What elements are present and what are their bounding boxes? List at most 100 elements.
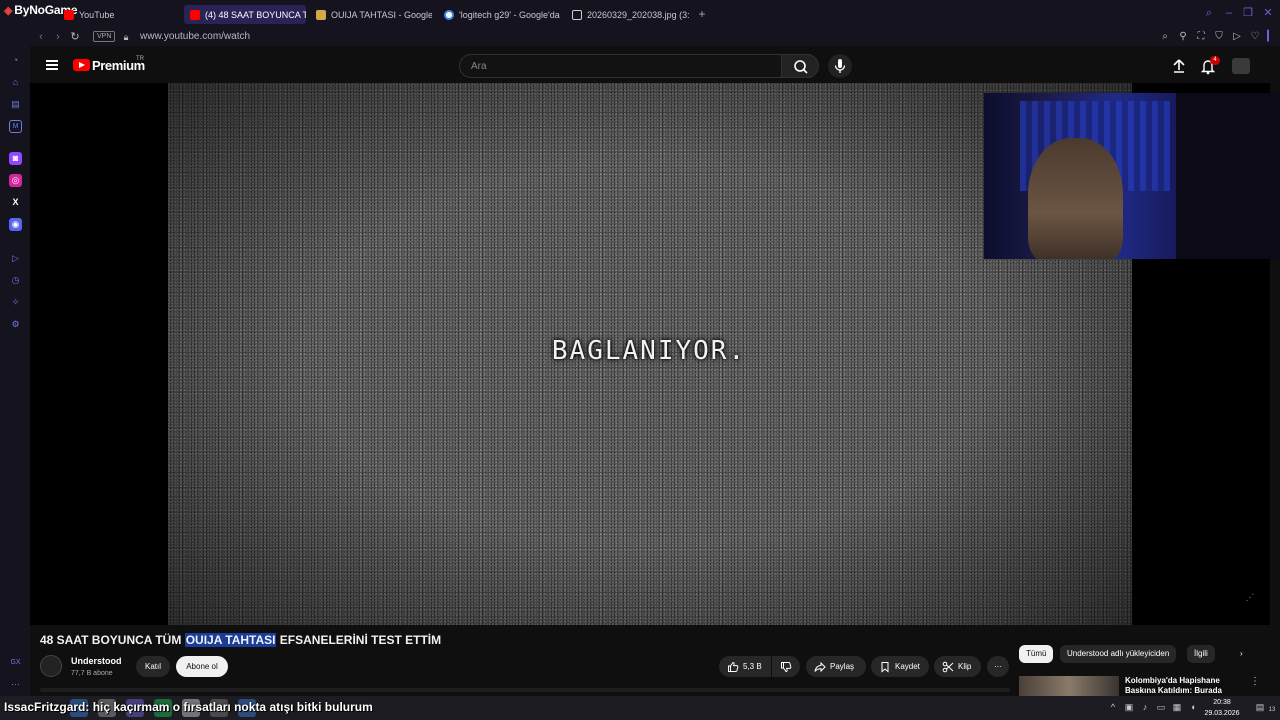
save-button[interactable]: Kaydet [871, 656, 929, 677]
tab-image-file[interactable]: 20260329_202038.jpg (3: [566, 5, 690, 24]
gx-corner-icon[interactable]: ⌂ [9, 76, 22, 89]
voice-search-button[interactable] [828, 54, 852, 78]
country-code: TR [136, 56, 144, 62]
player-icon[interactable]: ▷ [9, 252, 22, 265]
shield-icon[interactable]: ⛉ [1212, 30, 1226, 44]
reload-icon[interactable]: ↻ [68, 30, 82, 44]
tray-app-icon[interactable]: ▣ [1123, 701, 1135, 713]
back-icon[interactable]: ‹ [34, 30, 48, 44]
twitch-icon[interactable]: ◙ [9, 152, 22, 165]
chip-related[interactable]: İlgili [1187, 645, 1215, 663]
title-part: 48 SAAT BOYUNCA TÜM [40, 633, 185, 647]
gx-tracker-icon[interactable]: ▤ [9, 98, 22, 111]
tab-label: YouTube [79, 9, 115, 20]
webcam-person [1028, 138, 1123, 259]
browser-sidebar: ◔ ⌂ ▤ M ◙ ◎ X ◉ ▷ ◷ ✧ ⚙ GX ··· [0, 46, 30, 696]
tab-youtube[interactable]: YouTube [58, 5, 178, 24]
snapshot-icon[interactable]: ⛶ [1194, 30, 1208, 44]
recommendation-thumbnail[interactable] [1019, 676, 1119, 696]
tab-label: 20260329_202038.jpg (3: [587, 9, 690, 20]
stream-chat-overlay: IssacFritzgard: hiç kaçırmam o fırsatlar… [4, 700, 373, 714]
description-box-edge [40, 688, 1010, 692]
chips-next-chevron-icon[interactable]: › [1236, 645, 1247, 663]
discord-icon[interactable]: ◉ [9, 218, 22, 231]
gx-control-icon[interactable]: ◔ [9, 54, 22, 67]
tab-label: OUIJA TAHTASI - Google [331, 9, 432, 20]
brand-logo-icon: ◈ [4, 4, 13, 17]
video-overlay-text: BAGLANIYOR. [551, 336, 747, 366]
gx-m-icon[interactable]: M [9, 120, 22, 133]
recommendation-menu-icon[interactable]: ⋮ [1250, 676, 1260, 687]
close-icon[interactable]: ✕ [1262, 7, 1274, 19]
subscribe-button[interactable]: Abone ol [176, 656, 228, 677]
instagram-icon[interactable]: ◎ [9, 174, 22, 187]
sidebar-toggle-icon[interactable]: ▎ [1264, 30, 1278, 44]
tab-label: 'logitech g29' - Google'da [459, 9, 560, 20]
tray-network-icon[interactable]: ▦ [1171, 701, 1183, 713]
tray-volume-icon[interactable]: ◖ [1187, 701, 1199, 713]
join-button[interactable]: Katıl [136, 656, 170, 677]
bookmark-icon [881, 661, 889, 673]
search-icon [794, 60, 808, 74]
webcam-overlay [984, 93, 1280, 259]
heart-icon[interactable]: ♡ [1248, 30, 1262, 44]
search-button[interactable] [781, 54, 819, 78]
x-twitter-icon[interactable]: X [9, 196, 22, 209]
more-icon[interactable]: ··· [9, 678, 22, 691]
history-icon[interactable]: ◷ [9, 274, 22, 287]
tray-mic-icon[interactable]: ♪ [1139, 701, 1151, 713]
clip-button[interactable]: Klip [934, 656, 981, 677]
google-favicon-icon [444, 9, 454, 20]
clock-time: 20:38 [1213, 699, 1231, 706]
video-title: 48 SAAT BOYUNCA TÜM OUIJA TAHTASI EFSANE… [40, 633, 441, 647]
recommendation-title[interactable]: Kolombiya'da Hapishane Baskına Katıldım:… [1125, 676, 1235, 696]
pin-icon[interactable]: ⚲ [1176, 30, 1190, 44]
thumbs-up-icon [728, 661, 739, 672]
microphone-icon [834, 59, 846, 73]
menu-icon[interactable] [46, 60, 58, 70]
tray-device-icon[interactable]: ▭ [1155, 701, 1167, 713]
gx-logo-icon[interactable]: GX [9, 656, 22, 669]
extensions-icon[interactable]: ✧ [9, 296, 22, 309]
user-avatar[interactable] [1232, 58, 1250, 74]
settings-icon[interactable]: ⚙ [9, 318, 22, 331]
tab-logitech-google[interactable]: 'logitech g29' - Google'da [438, 5, 562, 24]
notification-count-badge: 4 [1210, 56, 1220, 65]
chip-from-uploader[interactable]: Understood adlı yükleyiciden [1060, 645, 1177, 663]
channel-avatar[interactable] [40, 655, 62, 677]
webcam-chair [1176, 93, 1280, 259]
vpn-badge[interactable]: VPN [93, 31, 116, 42]
lock-icon[interactable]: 🔒︎ [119, 30, 133, 44]
clip-label: Klip [958, 662, 972, 671]
search-input[interactable] [460, 55, 760, 77]
chat-username: IssacFritzgard [4, 700, 86, 714]
url-field[interactable]: www.youtube.com/watch [140, 31, 250, 42]
dislike-button[interactable] [772, 656, 800, 677]
search-tabs-icon[interactable]: ⌕ [1203, 7, 1215, 19]
restore-icon[interactable]: ❐ [1242, 7, 1254, 19]
upload-icon[interactable] [1170, 57, 1188, 75]
thumbs-down-icon [781, 661, 792, 672]
page-favicon-icon [316, 9, 326, 20]
like-count: 5,3 B [743, 662, 762, 671]
miniplayer-icon[interactable]: ⋰ [1242, 592, 1258, 604]
tab-current-video[interactable]: (4) 48 SAAT BOYUNCA TÜ [184, 5, 306, 24]
like-button[interactable]: 5,3 B [719, 656, 771, 677]
tray-expand-icon[interactable]: ^ [1107, 701, 1119, 713]
search-box [459, 54, 811, 78]
system-clock[interactable]: 20:38 29.03.2026 [1200, 697, 1244, 719]
scissors-icon [942, 661, 954, 672]
tab-ouija-google[interactable]: OUIJA TAHTASI - Google [310, 5, 432, 24]
title-highlighted-part: OUIJA TAHTASI [184, 633, 277, 647]
youtube-logo-icon[interactable] [73, 59, 90, 71]
channel-name[interactable]: Understood [71, 656, 122, 666]
play-icon[interactable]: ▷ [1230, 30, 1244, 44]
zoom-icon[interactable]: ⌕ [1158, 30, 1172, 44]
chip-all[interactable]: Tümü [1019, 645, 1054, 663]
share-arrow-icon [814, 661, 826, 672]
minimize-icon[interactable]: – [1223, 7, 1235, 19]
share-button[interactable]: Paylaş [806, 656, 866, 677]
forward-icon[interactable]: › [51, 30, 65, 44]
more-actions-button[interactable]: ··· [987, 656, 1009, 677]
new-tab-plus-icon[interactable]: + [696, 8, 708, 20]
